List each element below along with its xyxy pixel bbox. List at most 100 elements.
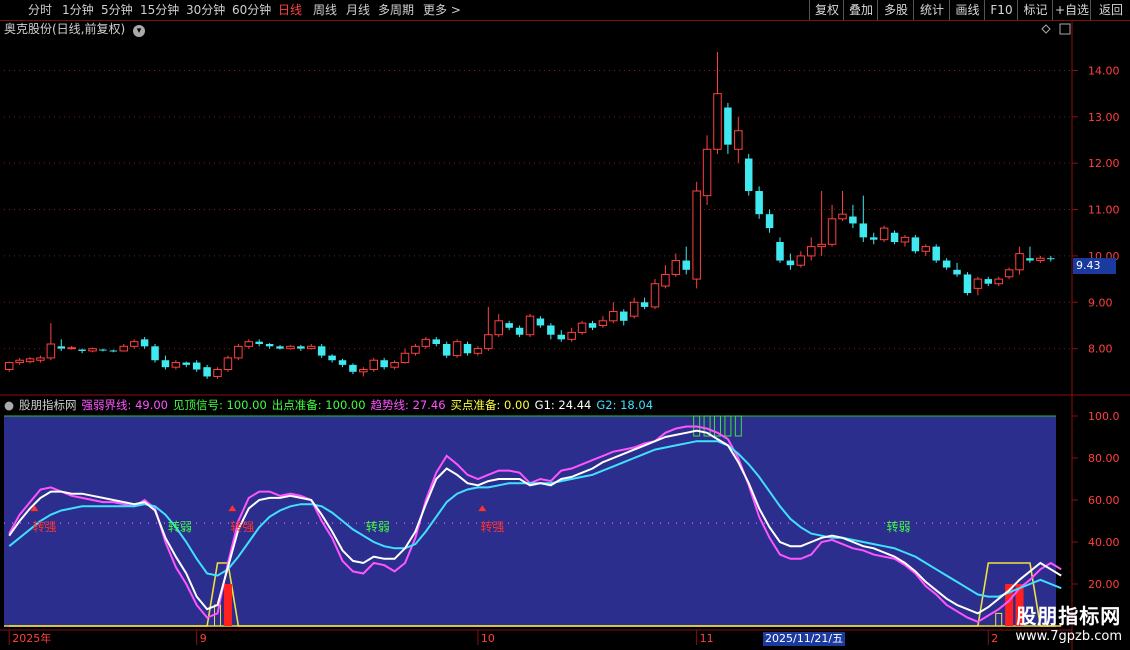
candle-body-90 [942, 260, 951, 268]
ind-tick-label-2: 60.00 [1088, 494, 1120, 507]
candle-body-69 [724, 107, 732, 145]
annotation-3: 转弱 [366, 519, 390, 534]
time-label-4: 2 [991, 632, 998, 645]
indicator-value-0: 强弱界线: 49.00 [81, 398, 168, 412]
price-tick-label-2: 12.00 [1088, 157, 1120, 170]
ind-tick-label-4: 20.00 [1088, 578, 1120, 591]
candle-body-71 [744, 158, 753, 191]
candle-body-62 [650, 283, 660, 308]
current-price-tag: 9.43 [1073, 258, 1116, 274]
candle-body-41 [432, 339, 441, 344]
candle-body-94 [984, 279, 993, 284]
candle-body-70 [734, 130, 743, 150]
candle-body-54 [567, 331, 576, 340]
candle-body-13 [140, 339, 149, 347]
annotation-2: 转强 [230, 519, 254, 534]
candle-body-92 [963, 274, 972, 293]
candle-body-11 [119, 345, 129, 352]
candle-body-31 [328, 355, 336, 361]
candle-body-16 [171, 362, 181, 368]
time-label-0: 2025年 [12, 631, 51, 645]
candle-body-77 [806, 246, 816, 257]
candle-body-9 [99, 349, 107, 351]
candle-body-63 [661, 273, 670, 287]
candle-body-73 [765, 214, 774, 229]
indicator-header: ● 股朋指标网 强弱界线: 49.00 见顶信号: 100.00 出点准备: 100.0… [0, 398, 658, 412]
candle-body-42 [442, 344, 451, 356]
candle-body-18 [192, 362, 201, 370]
candle-body-4 [46, 343, 56, 359]
logo-url: www.7gpzb.com [1015, 629, 1122, 644]
candle-body-84 [879, 227, 889, 241]
candle-body-76 [796, 255, 806, 266]
price-tick-label-0: 14.00 [1088, 64, 1120, 77]
candle-body-61 [640, 302, 649, 307]
candle-body-30 [317, 346, 326, 356]
annotation-4: 转强 [480, 519, 504, 534]
candle-body-40 [421, 338, 431, 347]
indicator-menu-icon[interactable]: ● [4, 398, 14, 412]
candle-body-95 [994, 278, 1003, 285]
candle-body-17 [182, 362, 191, 365]
candle-body-23 [244, 341, 254, 347]
candle-body-75 [786, 260, 795, 266]
candle-body-3 [36, 357, 45, 361]
candle-body-67 [702, 148, 712, 197]
chart-area[interactable]: 14.0013.0012.0011.0010.009.008.00100.080… [0, 0, 1130, 650]
candle-body-51 [536, 318, 545, 326]
candle-body-34 [359, 369, 368, 373]
price-tick-label-3: 11.00 [1088, 204, 1120, 217]
price-tick-label-5: 9.00 [1088, 296, 1113, 309]
candle-body-44 [463, 344, 472, 354]
candle-body-68 [713, 93, 722, 150]
candle-body-91 [953, 269, 961, 275]
candle-body-74 [776, 242, 784, 261]
indicator-value-2: 出点准备: 100.00 [271, 398, 366, 412]
candle-body-96 [1004, 269, 1014, 278]
candle-body-72 [755, 191, 763, 215]
logo-title: 股朋指标网 [1016, 604, 1122, 628]
candle-body-14 [151, 346, 159, 361]
candle-body-82 [859, 223, 868, 238]
candle-body-89 [932, 246, 940, 261]
annotation-1: 转弱 [168, 519, 192, 534]
time-label-2: 10 [481, 632, 495, 645]
indicator-name: 股朋指标网 [19, 398, 77, 412]
candle-body-88 [921, 246, 931, 252]
candle-body-28 [297, 346, 305, 349]
indicator-value-6: G2: 18.04 [596, 398, 654, 412]
candle-body-45 [473, 348, 483, 354]
red-bar-0 [223, 584, 232, 626]
candle-body-93 [973, 278, 983, 289]
candle-body-85 [890, 232, 899, 242]
candle-body-97 [1015, 253, 1024, 271]
ind-tick-label-0: 100.0 [1088, 410, 1120, 423]
candle-body-53 [557, 334, 565, 340]
candle-body-56 [588, 323, 597, 328]
candle-body-25 [265, 344, 274, 347]
candle-body-81 [849, 216, 857, 224]
time-label-3: 11 [700, 632, 714, 645]
candle-body-10 [109, 350, 118, 352]
candle-body-37 [390, 362, 399, 368]
watermark-logo: 股朋指标网 www.7gpzb.com [1015, 600, 1122, 644]
candle-body-80 [838, 213, 847, 220]
candle-body-20 [213, 369, 222, 377]
candle-body-57 [598, 320, 608, 326]
candle-body-59 [619, 311, 628, 321]
candle-body-6 [67, 347, 76, 350]
candle-body-26 [276, 346, 284, 349]
candle-body-60 [629, 301, 639, 317]
candle-body-50 [525, 315, 535, 336]
candle-body-29 [307, 345, 316, 350]
candle-body-24 [255, 341, 263, 344]
price-tick-label-6: 8.00 [1088, 343, 1113, 356]
candle-body-66 [692, 190, 701, 280]
candle-body-47 [494, 320, 504, 336]
candle-body-8 [88, 348, 97, 352]
candle-body-39 [411, 345, 420, 354]
diamond-icon [1041, 24, 1051, 34]
candle-body-48 [505, 323, 513, 328]
time-label-1: 9 [200, 632, 207, 645]
candle-body-87 [911, 237, 920, 252]
